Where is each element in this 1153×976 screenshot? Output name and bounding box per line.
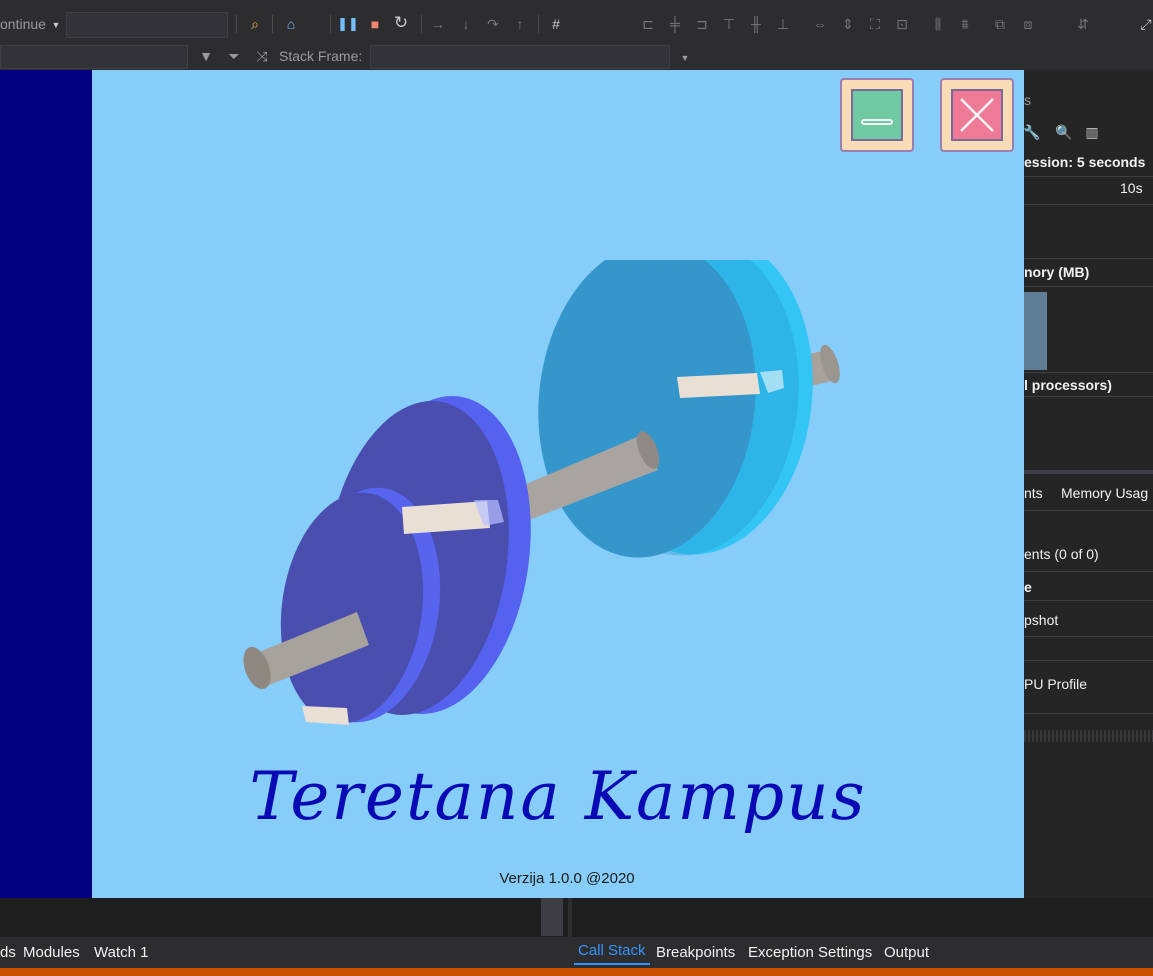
minimize-icon <box>851 89 903 141</box>
chevron-down-icon[interactable]: ▼ <box>677 50 693 66</box>
splash-window: Teretana Kampus Verzija 1.0.0 @2020 <box>92 70 1024 898</box>
zoom-in-icon[interactable]: 🔍 <box>1055 124 1072 140</box>
toolbar-separator <box>538 15 539 33</box>
tab-output[interactable]: Output <box>884 944 929 961</box>
bring-to-front-icon[interactable]: ⧉ <box>992 16 1008 32</box>
cpu-graph-header: l processors) <box>1024 377 1112 393</box>
memory-graph-bar <box>1024 292 1047 370</box>
hex-display-icon[interactable]: # <box>548 16 564 32</box>
make-same-width-icon[interactable]: ⇔ <box>812 16 828 32</box>
show-next-statement-icon[interactable]: → <box>430 16 446 32</box>
step-out-icon[interactable]: ↑ <box>512 16 528 32</box>
stop-icon[interactable]: ■ <box>367 16 383 32</box>
app-version: Verzija 1.0.0 @2020 <box>499 870 635 887</box>
configuration-combo[interactable] <box>66 12 228 38</box>
divider <box>1024 176 1153 177</box>
divider <box>1024 396 1153 397</box>
stack-frame-combo[interactable] <box>370 45 670 69</box>
app-left-panel <box>0 70 92 898</box>
flag-icon[interactable]: ⤨ <box>254 48 270 64</box>
settings-wrench-icon[interactable]: 🔧 <box>1023 124 1040 140</box>
close-icon <box>951 89 1003 141</box>
divider <box>1024 372 1153 373</box>
take-snapshot-button[interactable]: pshot <box>1024 612 1153 628</box>
plate-left <box>280 396 531 725</box>
divider <box>1024 470 1153 474</box>
tab-watch-1[interactable]: Watch 1 <box>94 944 148 961</box>
dumbbell-illustration <box>243 260 840 725</box>
events-count-text: ents (0 of 0) <box>1024 546 1099 562</box>
align-top-icon[interactable]: ⊤ <box>721 16 737 32</box>
stack-frame-label: Stack Frame: <box>279 48 363 64</box>
divider <box>1024 258 1153 259</box>
align-bottom-icon[interactable]: ⊥ <box>775 16 791 32</box>
tab-order-icon[interactable]: ⇵ <box>1075 16 1091 32</box>
divider <box>1024 571 1153 572</box>
send-to-back-icon[interactable]: ⧈ <box>1020 16 1036 32</box>
toolbar-separator <box>421 15 422 33</box>
tab-breakpoints[interactable]: Breakpoints <box>656 944 735 961</box>
close-button[interactable] <box>940 78 1014 152</box>
size-to-grid-icon[interactable]: ⛶ <box>867 16 883 32</box>
memory-graph-header: nory (MB) <box>1024 264 1090 280</box>
toolbar-separator <box>236 15 237 33</box>
tab-call-stack[interactable]: Call Stack <box>574 942 650 965</box>
divider <box>1024 636 1153 637</box>
toolbar-separator <box>330 15 331 33</box>
step-over-icon[interactable]: ↷ <box>485 16 501 32</box>
session-duration-text: ession: 5 seconds <box>1024 154 1146 170</box>
left-panel-scrollbar[interactable] <box>541 898 563 936</box>
memory-usage-header: e <box>1024 579 1032 595</box>
divider <box>1024 600 1153 601</box>
step-into-icon[interactable]: ↓ <box>458 16 474 32</box>
thread-combo[interactable] <box>0 45 188 69</box>
divider <box>1024 510 1153 511</box>
chart-icon[interactable]: ▥ <box>1084 124 1100 140</box>
make-same-height-icon[interactable]: ⇕ <box>840 16 856 32</box>
continue-label[interactable]: ontinue <box>0 16 46 32</box>
status-bar <box>0 968 1153 976</box>
pause-icon[interactable]: ❚❚ <box>337 16 359 32</box>
minimize-button[interactable] <box>840 78 914 152</box>
debug-location-toolbar: ▼ ⏷ ⤨ Stack Frame: ▼ <box>0 42 1153 70</box>
timeline-tick: 10s <box>1120 180 1143 196</box>
record-cpu-profile-button[interactable]: PU Profile <box>1024 676 1153 692</box>
align-middle-icon[interactable]: ╫ <box>748 16 764 32</box>
toolbar-separator <box>272 15 273 33</box>
align-center-icon[interactable]: ╪ <box>667 16 683 32</box>
tab-events[interactable]: nts <box>1024 485 1054 501</box>
divider <box>1024 660 1153 661</box>
filter-toggle-icon[interactable]: ⏷ <box>226 48 242 64</box>
align-left-icon[interactable]: ⊏ <box>640 16 656 32</box>
divider <box>1024 204 1153 205</box>
plate-right <box>538 260 813 558</box>
live-share-icon[interactable]: ⤢ <box>1138 16 1153 32</box>
panel-title-fragment: s <box>1024 92 1031 108</box>
app-title: Teretana Kampus <box>249 758 867 835</box>
restart-icon[interactable]: ↻ <box>393 13 409 32</box>
divider <box>1024 713 1153 714</box>
diagnostic-tools-panel: s 🔧 🔍 ▥ ession: 5 seconds 10s nory (MB) … <box>1023 70 1153 900</box>
vertical-spacing-icon[interactable]: ⩩ <box>957 16 973 32</box>
find-icon[interactable]: ⌕ <box>247 16 263 32</box>
tab-memory-usage[interactable]: Memory Usag <box>1061 485 1153 501</box>
divider <box>1024 286 1153 287</box>
filter-icon[interactable]: ▼ <box>198 48 214 64</box>
horizontal-spacing-icon[interactable]: ⫼ <box>930 16 946 32</box>
home-icon[interactable]: ⌂ <box>283 16 299 32</box>
tab-exception-settings[interactable]: Exception Settings <box>748 944 872 961</box>
size-to-fit-icon[interactable]: ⊡ <box>894 16 910 32</box>
align-right-icon[interactable]: ⊐ <box>694 16 710 32</box>
panel-resize-grip[interactable] <box>1024 730 1153 742</box>
tab-modules[interactable]: Modules <box>23 944 80 961</box>
tab-threads[interactable]: ds <box>0 944 16 961</box>
ide-toolbar: ontinue ▼ ⌕ ⌂ ❚❚ ■ ↻ → ↓ ↷ ↑ # ⊏ ╪ ⊐ ⊤ ╫… <box>0 0 1153 42</box>
chevron-down-icon[interactable]: ▼ <box>48 17 64 33</box>
